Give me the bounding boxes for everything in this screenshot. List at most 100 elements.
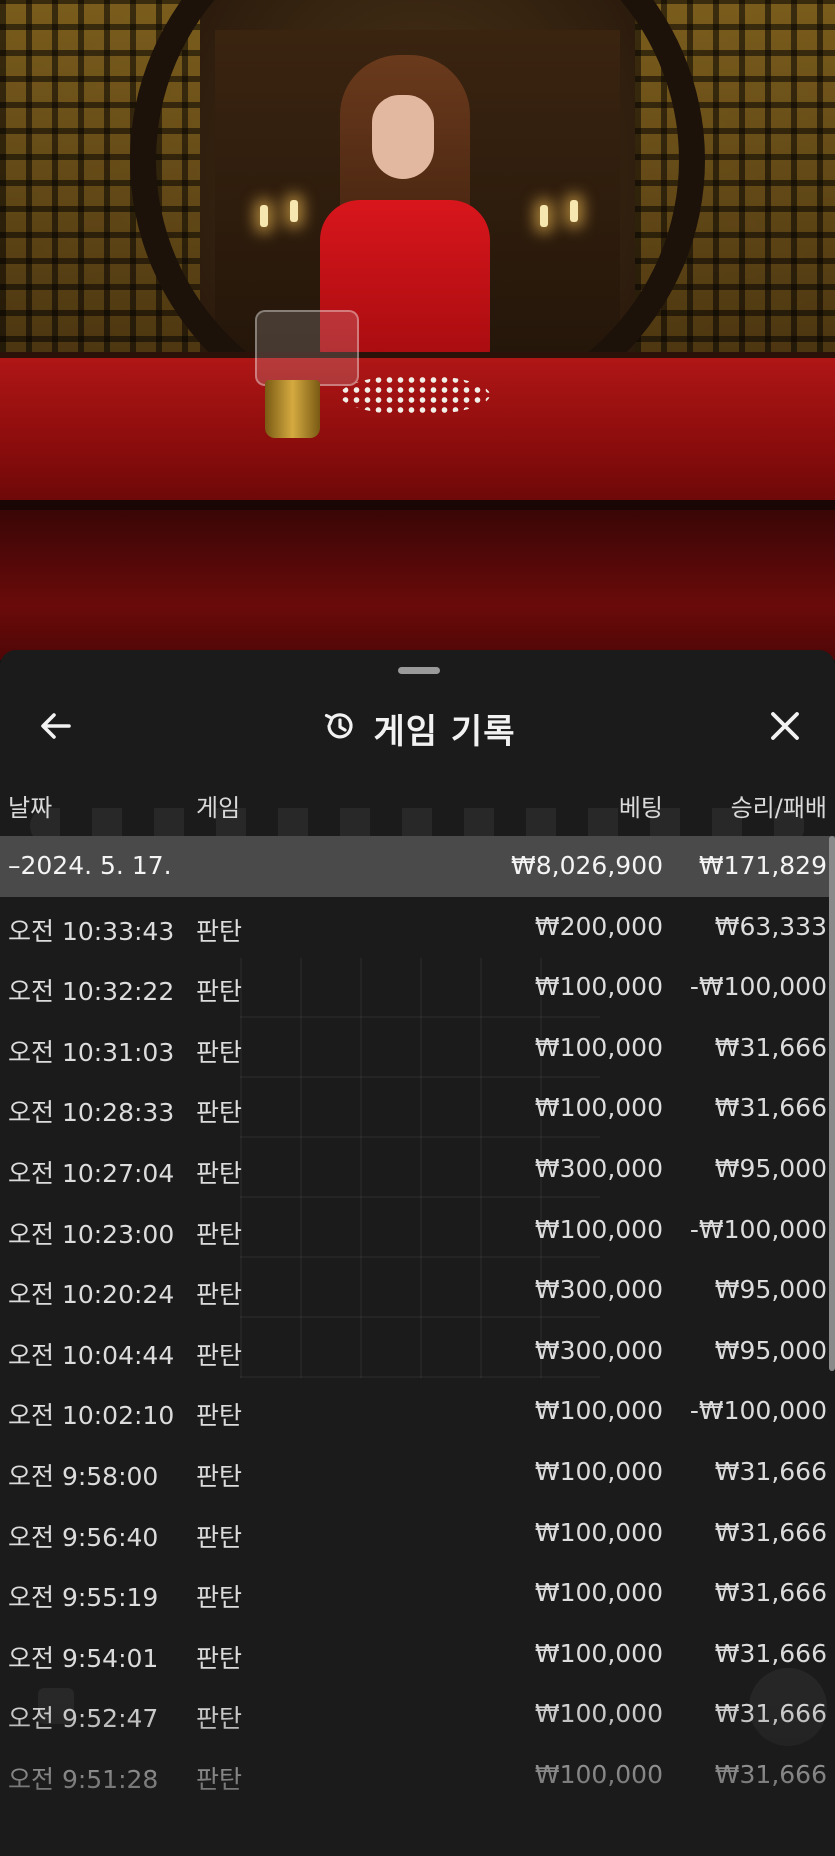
row-time: 오전 10:32:22 bbox=[8, 977, 175, 1007]
history-row[interactable]: 오전 10:02:10 판탄 ₩100,000 -₩100,000 bbox=[0, 1381, 835, 1442]
row-time: 오전 10:27:04 bbox=[8, 1158, 175, 1188]
row-game: 판탄 bbox=[196, 1098, 243, 1128]
sheet-drag-handle[interactable] bbox=[398, 667, 440, 674]
row-game: 판탄 bbox=[196, 916, 243, 946]
row-time: 오전 10:04:44 bbox=[8, 1340, 175, 1370]
history-list[interactable]: –2024. 5. 17. ₩8,026,900 ₩171,829 오전 10:… bbox=[0, 836, 835, 1806]
row-result: -₩100,000 bbox=[689, 1396, 827, 1426]
column-date: 날짜 bbox=[8, 794, 53, 822]
history-row[interactable]: 오전 9:52:47 판탄 ₩100,000 ₩31,666 bbox=[0, 1684, 835, 1745]
row-result: ₩95,000 bbox=[714, 1275, 827, 1305]
candle bbox=[540, 205, 548, 227]
row-result: ₩95,000 bbox=[714, 1335, 827, 1365]
row-result: -₩100,000 bbox=[689, 1214, 827, 1244]
row-bet: ₩100,000 bbox=[534, 1699, 663, 1729]
row-result: ₩31,666 bbox=[714, 1578, 827, 1608]
row-time: 오전 9:51:28 bbox=[8, 1764, 159, 1794]
history-clock-icon bbox=[320, 706, 360, 750]
close-button[interactable] bbox=[759, 702, 811, 754]
history-row[interactable]: 오전 10:31:03 판탄 ₩100,000 ₩31,666 bbox=[0, 1018, 835, 1079]
history-row[interactable]: 오전 10:28:33 판탄 ₩100,000 ₩31,666 bbox=[0, 1078, 835, 1139]
candle bbox=[260, 205, 268, 227]
column-game: 게임 bbox=[196, 794, 241, 822]
row-game: 판탄 bbox=[196, 1037, 243, 1067]
back-button[interactable] bbox=[30, 702, 82, 754]
row-time: 오전 9:56:40 bbox=[8, 1522, 159, 1552]
row-bet: ₩200,000 bbox=[534, 911, 663, 941]
history-row[interactable]: 오전 10:33:43 판탄 ₩200,000 ₩63,333 bbox=[0, 897, 835, 958]
fan-tan-beads bbox=[340, 375, 490, 415]
row-time: 오전 10:23:00 bbox=[8, 1219, 175, 1249]
row-bet: ₩300,000 bbox=[534, 1335, 663, 1365]
row-game: 판탄 bbox=[196, 1764, 243, 1794]
row-game: 판탄 bbox=[196, 1340, 243, 1370]
row-result: ₩31,666 bbox=[714, 1456, 827, 1486]
row-bet: ₩100,000 bbox=[534, 1759, 663, 1789]
row-game: 판탄 bbox=[196, 1401, 243, 1431]
row-time: 오전 10:02:10 bbox=[8, 1401, 175, 1431]
arrow-left-icon bbox=[37, 707, 75, 749]
sheet-header: 게임 기록 bbox=[0, 690, 835, 766]
game-history-sheet: 게임 기록 날짜 게임 베팅 승리/패배 –2024. 5. 17. ₩8,02… bbox=[0, 650, 835, 1856]
row-result: ₩31,666 bbox=[714, 1638, 827, 1668]
game-table-front bbox=[0, 500, 835, 660]
column-bet: 베팅 bbox=[618, 794, 663, 822]
history-row[interactable]: 오전 9:55:19 판탄 ₩100,000 ₩31,666 bbox=[0, 1563, 835, 1624]
row-time: 오전 9:54:01 bbox=[8, 1643, 159, 1673]
row-time: 오전 9:52:47 bbox=[8, 1704, 159, 1734]
row-game: 판탄 bbox=[196, 1583, 243, 1613]
sheet-title: 게임 기록 bbox=[373, 711, 516, 752]
row-bet: ₩100,000 bbox=[534, 1517, 663, 1547]
history-row[interactable]: 오전 9:51:28 판탄 ₩100,000 ₩31,666 bbox=[0, 1745, 835, 1806]
row-game: 판탄 bbox=[196, 1280, 243, 1310]
glass-dome bbox=[255, 310, 359, 386]
row-bet: ₩100,000 bbox=[534, 1396, 663, 1426]
row-game: 판탄 bbox=[196, 1522, 243, 1552]
row-game: 판탄 bbox=[196, 1704, 243, 1734]
list-scrollbar[interactable] bbox=[829, 836, 835, 1371]
row-bet: ₩100,000 bbox=[534, 1214, 663, 1244]
row-result: -₩100,000 bbox=[689, 972, 827, 1002]
row-bet: ₩300,000 bbox=[534, 1153, 663, 1183]
row-time: 오전 9:58:00 bbox=[8, 1461, 159, 1491]
row-time: 오전 10:31:03 bbox=[8, 1037, 175, 1067]
history-row[interactable]: 오전 10:04:44 판탄 ₩300,000 ₩95,000 bbox=[0, 1321, 835, 1382]
history-row[interactable]: 오전 10:20:24 판탄 ₩300,000 ₩95,000 bbox=[0, 1260, 835, 1321]
row-time: 오전 10:33:43 bbox=[8, 916, 175, 946]
brass-cup bbox=[265, 380, 320, 438]
candle bbox=[570, 200, 578, 222]
date-group-row[interactable]: –2024. 5. 17. ₩8,026,900 ₩171,829 bbox=[0, 836, 835, 897]
column-result: 승리/패배 bbox=[730, 794, 827, 822]
row-game: 판탄 bbox=[196, 1643, 243, 1673]
row-time: 오전 9:55:19 bbox=[8, 1583, 159, 1613]
history-row[interactable]: 오전 9:54:01 판탄 ₩100,000 ₩31,666 bbox=[0, 1624, 835, 1685]
row-result: ₩31,666 bbox=[714, 1699, 827, 1729]
row-bet: ₩100,000 bbox=[534, 1456, 663, 1486]
row-result: ₩31,666 bbox=[714, 1759, 827, 1789]
row-result: ₩95,000 bbox=[714, 1153, 827, 1183]
dealer-face bbox=[372, 95, 434, 179]
row-bet: ₩100,000 bbox=[534, 1578, 663, 1608]
row-time: 오전 10:20:24 bbox=[8, 1280, 175, 1310]
row-game: 판탄 bbox=[196, 1461, 243, 1491]
row-game: 판탄 bbox=[196, 977, 243, 1007]
row-result: ₩31,666 bbox=[714, 1032, 827, 1062]
history-row[interactable]: 오전 9:56:40 판탄 ₩100,000 ₩31,666 bbox=[0, 1503, 835, 1564]
row-bet: ₩100,000 bbox=[534, 1032, 663, 1062]
history-row[interactable]: 오전 10:23:00 판탄 ₩100,000 -₩100,000 bbox=[0, 1200, 835, 1261]
row-result: ₩63,333 bbox=[714, 911, 827, 941]
row-time: 오전 10:28:33 bbox=[8, 1098, 175, 1128]
row-bet: ₩100,000 bbox=[534, 1638, 663, 1668]
history-row[interactable]: 오전 10:32:22 판탄 ₩100,000 -₩100,000 bbox=[0, 957, 835, 1018]
group-date: –2024. 5. 17. bbox=[8, 851, 172, 880]
group-bet-total: ₩8,026,900 bbox=[511, 851, 663, 880]
row-game: 판탄 bbox=[196, 1158, 243, 1188]
title-group: 게임 기록 bbox=[0, 690, 835, 766]
row-result: ₩31,666 bbox=[714, 1517, 827, 1547]
history-row[interactable]: 오전 10:27:04 판탄 ₩300,000 ₩95,000 bbox=[0, 1139, 835, 1200]
history-row[interactable]: 오전 9:58:00 판탄 ₩100,000 ₩31,666 bbox=[0, 1442, 835, 1503]
group-result-total: ₩171,829 bbox=[698, 851, 827, 880]
row-bet: ₩100,000 bbox=[534, 1093, 663, 1123]
close-x-icon bbox=[767, 708, 803, 748]
row-bet: ₩300,000 bbox=[534, 1275, 663, 1305]
